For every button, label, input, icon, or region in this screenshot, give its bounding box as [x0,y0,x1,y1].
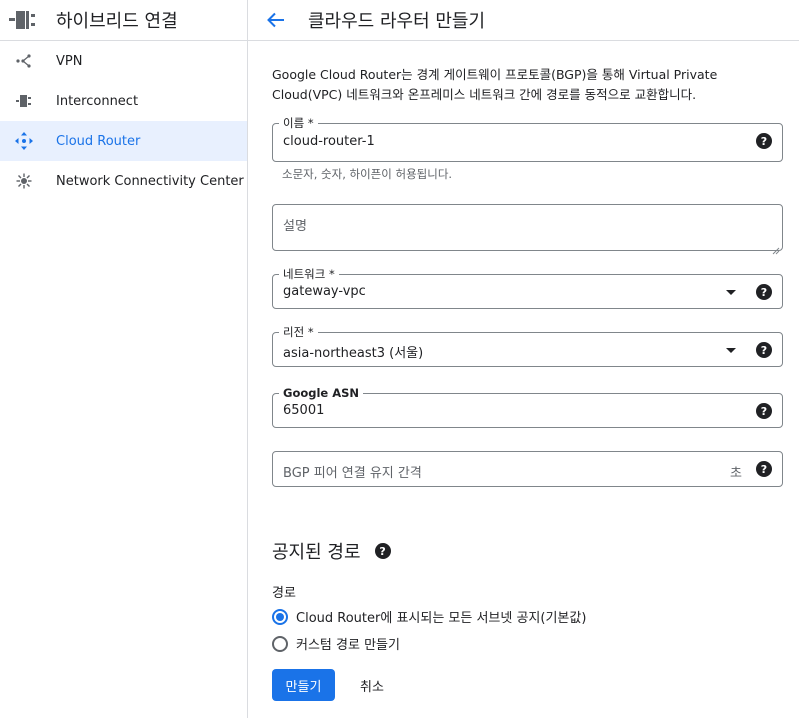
interconnect-icon [14,91,34,111]
help-icon[interactable]: ? [756,461,772,477]
page-title: 클라우드 라우터 만들기 [308,11,486,32]
asn-field-label: Google ASN [279,386,364,400]
help-icon[interactable]: ? [756,342,772,358]
routes-label: 경로 [272,586,296,601]
dropdown-arrow-icon[interactable] [726,290,736,295]
page-header: 클라우드 라우터 만들기 [248,0,799,41]
sidebar-header: 하이브리드 연결 [0,0,247,41]
keepalive-field-placeholder: BGP 피어 연결 유지 간격 [283,466,422,481]
arrow-left-icon[interactable] [264,8,288,32]
asn-field[interactable]: Google ASN 65001 ? [272,386,783,428]
help-icon[interactable]: ? [756,133,772,149]
name-field-value: cloud-router-1 [283,134,375,149]
create-button[interactable]: 만들기 [272,669,335,701]
sidebar-item-label: Network Connectivity Center [56,173,244,189]
hybrid-connectivity-icon [8,6,40,34]
cancel-button[interactable]: 취소 [348,669,396,701]
region-select[interactable]: 리전 * asia-northeast3 (서울) ? [272,325,783,367]
name-field-hint: 소문자, 숫자, 하이픈이 허용됩니다. [282,167,453,181]
create-router-form: Google Cloud Router는 경계 게이트웨이 프로토콜(BGP)을… [272,41,783,701]
sidebar-item-label: VPN [56,53,83,69]
network-connectivity-center-icon [14,171,34,191]
form-description: Google Cloud Router는 경계 게이트웨이 프로토콜(BGP)을… [272,67,718,102]
network-select-value: gateway-vpc [283,284,366,299]
name-field-label: 이름 * [279,116,318,130]
region-select-value: asia-northeast3 (서울) [283,346,424,361]
keepalive-field[interactable]: BGP 피어 연결 유지 간격 초 ? [272,451,783,487]
sidebar-item-vpn[interactable]: VPN [0,41,247,81]
radio-custom-routes[interactable]: 커스텀 경로 만들기 [272,634,400,653]
name-field[interactable]: 이름 * cloud-router-1 ? [272,116,783,162]
sidebar-item-cloud-router[interactable]: Cloud Router [0,121,247,161]
radio-advertise-all-subnets[interactable]: Cloud Router에 표시되는 모든 서브넷 공지(기본값) [272,607,586,626]
resize-handle-icon[interactable] [772,240,780,255]
description-field[interactable]: 설명 [272,204,783,255]
sidebar-item-interconnect[interactable]: Interconnect [0,81,247,121]
keepalive-suffix: 초 [730,466,742,481]
sidebar-title: 하이브리드 연결 [56,11,178,32]
sidebar: 하이브리드 연결 VPN Interconnect Cloud Router N… [0,0,248,718]
help-icon[interactable]: ? [756,284,772,300]
asn-field-value: 65001 [283,403,325,418]
sidebar-item-network-connectivity-center[interactable]: Network Connectivity Center [0,161,247,201]
network-select[interactable]: 네트워크 * gateway-vpc ? [272,267,783,309]
help-icon[interactable]: ? [374,543,391,559]
main-panel: 클라우드 라우터 만들기 Google Cloud Router는 경계 게이트… [248,0,799,718]
radio-label: 커스텀 경로 만들기 [296,638,400,653]
radio-button-checked[interactable] [272,608,288,625]
region-select-label: 리전 * [279,325,318,339]
advertised-routes-title: 공지된 경로 ? [272,538,391,564]
cloud-router-icon [14,131,34,151]
radio-label: Cloud Router에 표시되는 모든 서브넷 공지(기본값) [296,611,587,626]
sidebar-item-label: Interconnect [56,93,139,109]
radio-button[interactable] [272,635,288,652]
sidebar-item-label: Cloud Router [56,133,141,149]
vpn-icon [14,51,34,71]
help-icon[interactable]: ? [756,403,772,419]
description-field-placeholder: 설명 [283,219,307,234]
network-select-label: 네트워크 * [279,267,339,281]
dropdown-arrow-icon[interactable] [726,348,736,353]
section-title-text: 공지된 경로 [272,542,361,563]
